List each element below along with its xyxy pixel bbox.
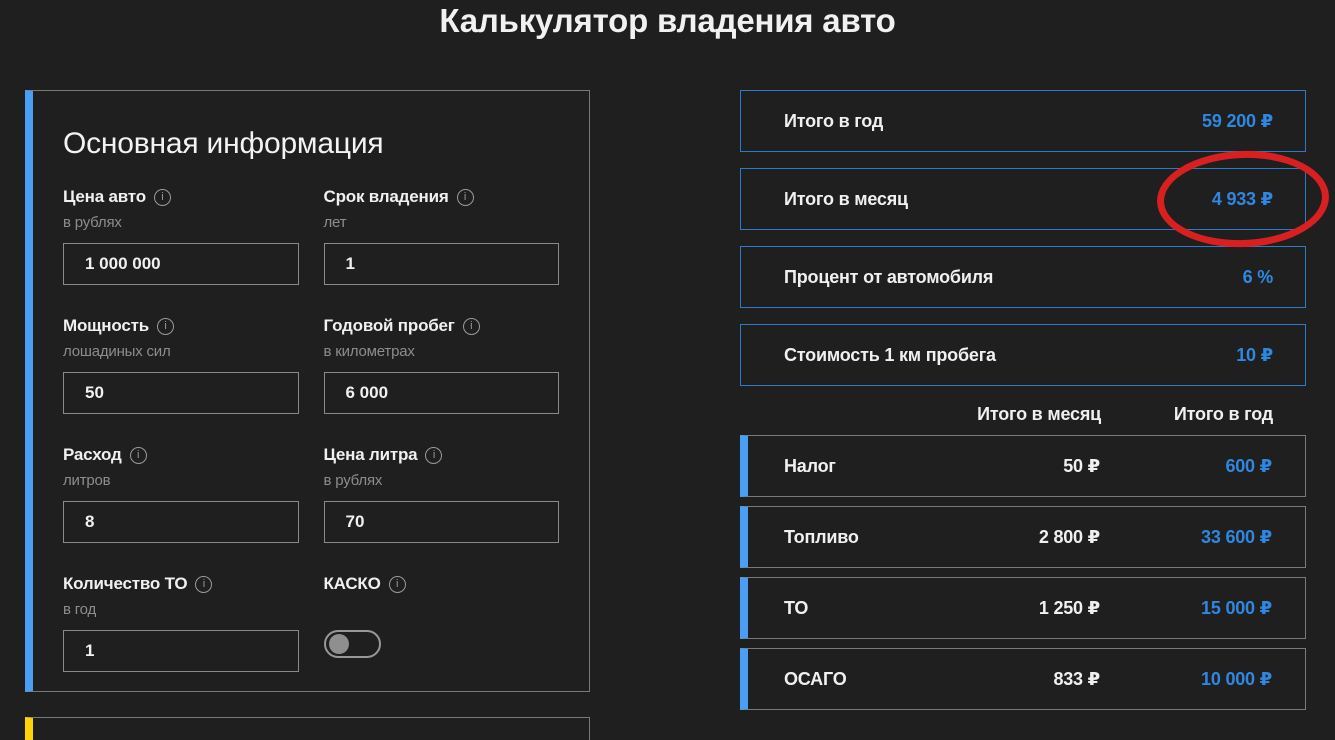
field-label-text: КАСКО xyxy=(323,574,381,593)
field-car-price: Цена авто i в рублях xyxy=(63,187,299,285)
secondary-panel xyxy=(25,717,590,740)
summary-percent-of-car: Процент от автомобиля 6 % xyxy=(740,246,1306,308)
info-icon[interactable]: i xyxy=(462,317,480,335)
summary-value: 4 933 ₽ xyxy=(1211,188,1273,209)
summary-label: Итого в год xyxy=(784,110,884,131)
field-sublabel: в рублях xyxy=(63,214,122,231)
field-sublabel: в год xyxy=(63,601,97,618)
cost-year-value: 15 000 ₽ xyxy=(1201,597,1272,618)
info-icon[interactable]: i xyxy=(153,188,171,206)
cost-year-value: 10 000 ₽ xyxy=(1201,668,1272,689)
info-icon[interactable]: i xyxy=(425,446,443,464)
cost-label: Топливо xyxy=(784,526,859,547)
field-label: Мощность i xyxy=(63,316,299,336)
info-icon[interactable]: i xyxy=(388,575,406,593)
basic-info-heading: Основная информация xyxy=(63,127,384,160)
field-sublabel: в километрах xyxy=(323,343,415,360)
cost-month-value: 833 ₽ xyxy=(1053,668,1100,689)
ownership-term-input[interactable] xyxy=(323,243,559,285)
field-sublabel: лет xyxy=(323,214,347,231)
power-input[interactable] xyxy=(63,372,299,414)
field-label-text: Количество ТО xyxy=(63,574,188,593)
summary-label: Процент от автомобиля xyxy=(784,266,994,287)
cost-row-tax: Налог 50 ₽ 600 ₽ xyxy=(740,435,1306,497)
summary-label: Стоимость 1 км пробега xyxy=(784,344,996,365)
summary-value: 6 % xyxy=(1242,266,1274,287)
field-label: Цена авто i xyxy=(63,187,299,207)
field-sublabel: литров xyxy=(63,472,111,489)
field-fuel-consumption: Расход i литров xyxy=(63,445,299,543)
field-label-text: Цена литра xyxy=(323,445,418,464)
cost-month-value: 1 250 ₽ xyxy=(1038,597,1100,618)
liter-price-input[interactable] xyxy=(323,501,559,543)
field-power: Мощность i лошадиных сил xyxy=(63,316,299,414)
basic-info-panel: Основная информация Цена авто i в рублях… xyxy=(25,90,590,692)
field-label-text: Расход xyxy=(63,445,122,464)
field-label: Количество ТО i xyxy=(63,574,299,594)
cost-year-value: 33 600 ₽ xyxy=(1201,526,1272,547)
field-maintenance-count: Количество ТО i в год xyxy=(63,574,299,672)
field-label-text: Срок владения xyxy=(323,187,449,206)
info-icon[interactable]: i xyxy=(195,575,213,593)
info-icon[interactable]: i xyxy=(156,317,174,335)
summary-total-year: Итого в год 59 200 ₽ xyxy=(740,90,1306,152)
cost-year-value: 600 ₽ xyxy=(1225,455,1272,476)
field-label-text: Цена авто xyxy=(63,187,146,206)
field-kasko: КАСКО i xyxy=(323,574,560,672)
field-label: Расход i xyxy=(63,445,299,465)
cost-month-value: 50 ₽ xyxy=(1063,455,1100,476)
header-month: Итого в месяц xyxy=(977,403,1101,424)
cost-row-fuel: Топливо 2 800 ₽ 33 600 ₽ xyxy=(740,506,1306,568)
annual-mileage-input[interactable] xyxy=(323,372,559,414)
cost-row-osago: ОСАГО 833 ₽ 10 000 ₽ xyxy=(740,648,1306,710)
summary-value: 10 ₽ xyxy=(1236,344,1273,365)
field-label: Срок владения i xyxy=(324,187,560,207)
fuel-consumption-input[interactable] xyxy=(63,501,299,543)
field-label-text: Мощность xyxy=(63,316,149,335)
cost-table-header: Итого в месяц Итого в год xyxy=(740,402,1306,426)
field-ownership-term: Срок владения i лет xyxy=(323,187,560,285)
summary-cost-per-km: Стоимость 1 км пробега 10 ₽ xyxy=(740,324,1306,386)
summary-value: 59 200 ₽ xyxy=(1202,110,1273,131)
cost-label: Налог xyxy=(784,455,836,476)
cost-row-maintenance: ТО 1 250 ₽ 15 000 ₽ xyxy=(740,577,1306,639)
field-label: Годовой пробег i xyxy=(324,316,560,336)
cost-month-value: 2 800 ₽ xyxy=(1038,526,1100,547)
header-year: Итого в год xyxy=(1173,403,1273,424)
field-annual-mileage: Годовой пробег i в километрах xyxy=(323,316,560,414)
field-liter-price: Цена литра i в рублях xyxy=(323,445,560,543)
field-sublabel: лошадиных сил xyxy=(63,343,171,360)
kasko-toggle[interactable] xyxy=(323,630,381,658)
summary-total-month: Итого в месяц 4 933 ₽ xyxy=(740,168,1306,230)
info-icon[interactable]: i xyxy=(456,188,474,206)
field-label: Цена литра i xyxy=(324,445,560,465)
cost-label: ТО xyxy=(784,597,809,618)
cost-label: ОСАГО xyxy=(784,668,847,689)
info-icon[interactable]: i xyxy=(129,446,147,464)
maintenance-count-input[interactable] xyxy=(63,630,299,672)
page-title: Калькулятор владения авто xyxy=(439,2,896,39)
summary-label: Итого в месяц xyxy=(784,188,908,209)
car-ownership-calculator-page: Калькулятор владения авто Основная инфор… xyxy=(0,0,1335,740)
car-price-input[interactable] xyxy=(63,243,299,285)
results-column: Итого в год 59 200 ₽ Итого в месяц 4 933… xyxy=(740,90,1306,710)
field-label-text: Годовой пробег xyxy=(323,316,455,335)
field-label: КАСКО i xyxy=(324,574,560,594)
field-sublabel: в рублях xyxy=(323,472,383,489)
kasko-toggle-knob xyxy=(328,634,349,654)
